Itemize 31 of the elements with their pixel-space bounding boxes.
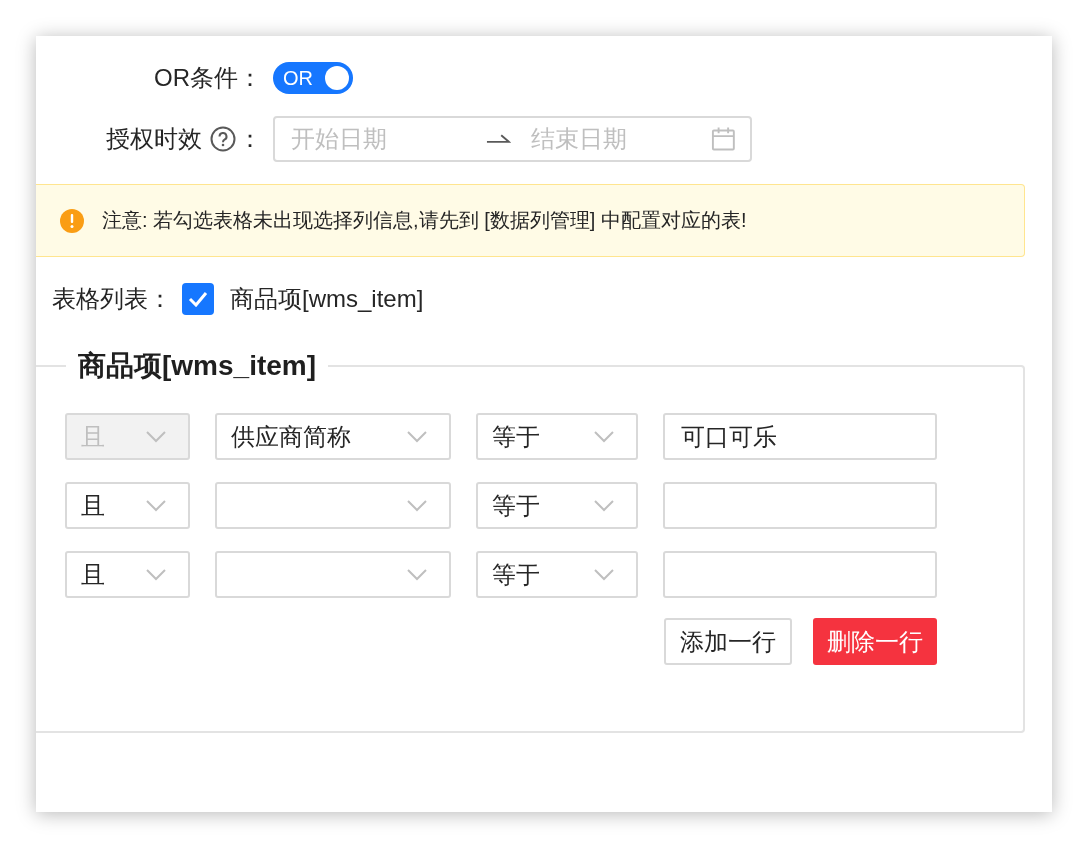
caret-icon [407,568,427,581]
caret-icon [594,568,614,581]
caret-icon [146,430,166,443]
warning-icon [60,208,84,233]
operator-select[interactable]: 等于 [476,482,638,529]
value-field[interactable] [663,482,937,529]
field-label: 表格列表： [52,284,172,314]
checkbox-label[interactable]: 商品项[wms_item] [230,283,424,315]
add-row-button[interactable]: 添加一行 [664,618,792,665]
field-label: OR条件： [154,63,262,93]
help-icon [210,126,236,152]
delete-row-button[interactable]: 删除一行 [813,618,937,665]
logic-select[interactable]: 且 [65,551,190,598]
value-field[interactable] [663,551,937,598]
column-select[interactable] [215,482,451,529]
calendar-icon [711,126,736,152]
caret-icon [407,499,427,512]
or-toggle[interactable]: OR [273,62,353,94]
logic-select[interactable]: 且 [65,482,190,529]
caret-icon [594,499,614,512]
caret-icon [146,499,166,512]
alert-text: 注意: 若勾选表格未出现选择列信息,请先到 [数据列管理] 中配置对应的表! [102,208,747,233]
label-colon: ： [238,124,262,154]
checkbox[interactable] [182,283,214,315]
check-icon [188,291,208,307]
caret-icon [594,430,614,443]
field-label: 授权时效 [106,124,202,154]
caret-icon [146,568,166,581]
caret-icon [407,430,427,443]
operator-select[interactable]: 等于 [476,551,638,598]
column-select[interactable] [215,551,451,598]
